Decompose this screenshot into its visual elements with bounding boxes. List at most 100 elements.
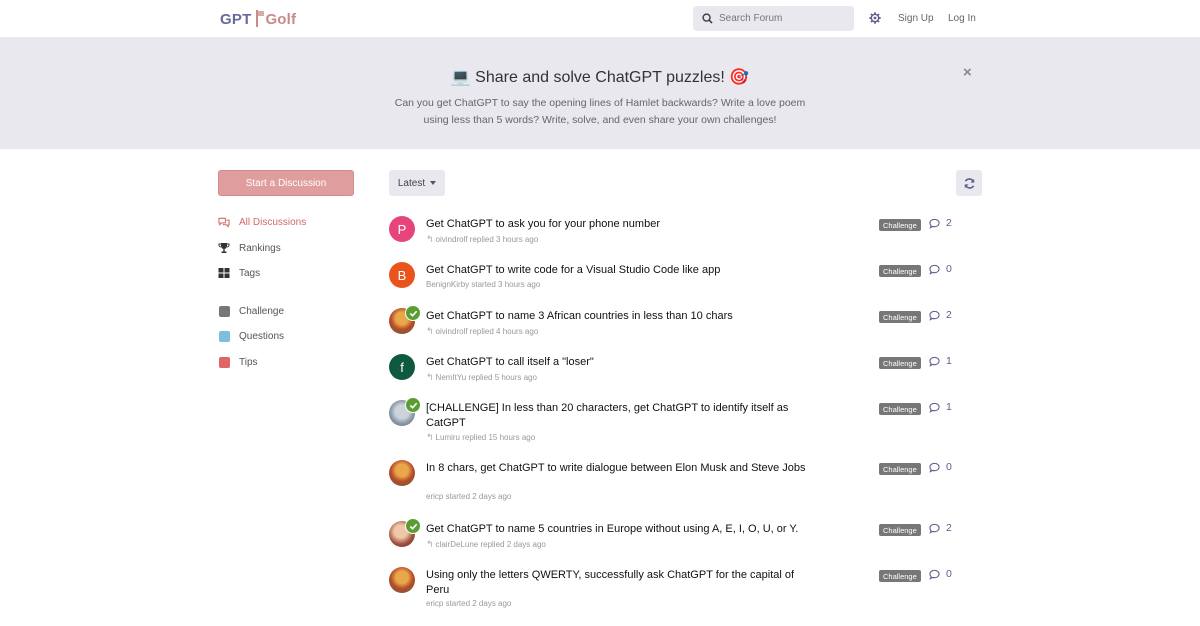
discussion-meta: ericp started 2 days ago [426, 599, 511, 608]
tag-badge[interactable]: Challenge [879, 570, 921, 582]
meta-text: oivindrolf replied 3 hours ago [435, 235, 539, 244]
comment-icon [929, 402, 940, 413]
discussion-meta: ↰ Lumiru replied 15 hours ago [426, 432, 535, 443]
reply-icon: ↰ [426, 372, 434, 382]
avatar[interactable] [389, 460, 415, 486]
tag-badge[interactable]: Challenge [879, 403, 921, 415]
sidebar-item-all-discussions[interactable]: All Discussions [218, 216, 306, 228]
tag-color-swatch [218, 330, 230, 342]
logo-text-golf: Golf [265, 10, 297, 28]
sidebar-item-label: Tags [239, 267, 261, 279]
count-value: 2 [946, 522, 952, 534]
discussion-meta: ericp started 2 days ago [426, 492, 511, 501]
discussion-title[interactable]: Using only the letters QWERTY, successfu… [426, 568, 806, 598]
count-value: 0 [946, 568, 952, 580]
discussion-title[interactable]: Get ChatGPT to ask you for your phone nu… [426, 217, 816, 232]
reply-count: 2 [929, 522, 952, 534]
tag-badge[interactable]: Challenge [879, 311, 921, 323]
meta-text: BenignKirby started 3 hours ago [426, 280, 541, 289]
count-value: 0 [946, 263, 952, 275]
discussion-title[interactable]: Get ChatGPT to name 5 countries in Europ… [426, 522, 846, 537]
search-icon [702, 13, 713, 24]
start-discussion-button[interactable]: Start a Discussion [218, 170, 354, 196]
sort-dropdown[interactable]: Latest [389, 170, 445, 196]
sidebar-tag-label: Questions [239, 330, 285, 342]
tag-badge[interactable]: Challenge [879, 219, 921, 231]
discussion-meta: ↰ NemItYu replied 5 hours ago [426, 372, 537, 383]
refresh-icon [964, 177, 974, 189]
tag-badge[interactable]: Challenge [879, 524, 921, 536]
meta-text: ericp started 2 days ago [426, 492, 512, 501]
caret-down-icon [430, 181, 437, 185]
avatar[interactable]: f [389, 354, 415, 380]
search-input[interactable] [719, 13, 849, 24]
reply-count: 0 [929, 263, 952, 275]
reply-count: 0 [929, 461, 952, 473]
sidebar-item-label: All Discussions [239, 216, 307, 228]
comment-icon [929, 462, 940, 473]
discussion-meta: BenignKirby started 3 hours ago [426, 280, 540, 289]
meta-text: oivindrolf replied 4 hours ago [435, 327, 539, 336]
sidebar-tag-questions[interactable]: Questions [218, 330, 284, 342]
sidebar-item-rankings[interactable]: Rankings [218, 242, 281, 254]
reply-count: 0 [929, 568, 952, 580]
avatar[interactable]: B [389, 262, 415, 288]
welcome-hero: 💻 Share and solve ChatGPT puzzles! 🎯 Can… [0, 37, 1200, 149]
solved-badge-icon [405, 305, 421, 321]
discussion-meta: ↰ oivindrolf replied 4 hours ago [426, 326, 538, 337]
discussion-title[interactable]: Get ChatGPT to call itself a "loser" [426, 355, 816, 370]
challenge-tag-icon [218, 305, 230, 317]
search-box[interactable] [693, 6, 854, 31]
discussion-title[interactable]: [CHALLENGE] In less than 20 characters, … [426, 401, 816, 431]
avatar[interactable] [389, 567, 415, 593]
login-link[interactable]: Log In [948, 13, 976, 24]
trophy-icon [218, 242, 230, 254]
sidebar-tag-label: Tips [239, 356, 258, 368]
sidebar-tag-label: Challenge [239, 305, 285, 317]
tag-badge[interactable]: Challenge [879, 463, 921, 475]
signup-link[interactable]: Sign Up [898, 13, 934, 24]
questions-tag-icon [218, 330, 230, 342]
top-header: GPT Golf Sign Up Log In [0, 0, 1200, 37]
discussion-title[interactable]: Get ChatGPT to write code for a Visual S… [426, 263, 816, 278]
comment-icon [929, 218, 940, 229]
avatar[interactable]: P [389, 216, 415, 242]
count-value: 0 [946, 461, 952, 473]
gear-icon[interactable] [868, 11, 882, 25]
tag-color-swatch [218, 356, 230, 368]
reply-count: 2 [929, 309, 952, 321]
sidebar-tag-tips[interactable]: Tips [218, 356, 258, 368]
comment-icon [929, 310, 940, 321]
refresh-button[interactable] [956, 170, 982, 196]
reply-icon: ↰ [426, 326, 434, 336]
golf-flag-icon [254, 10, 265, 28]
discussion-title[interactable]: Get ChatGPT to name 3 African countries … [426, 309, 816, 324]
comment-icon [929, 523, 940, 534]
discussion-meta: ↰ oivindrolf replied 3 hours ago [426, 234, 538, 245]
logo-text-gpt: GPT [220, 10, 252, 28]
chat-bubbles-icon [218, 216, 230, 228]
site-logo[interactable]: GPT Golf [220, 8, 296, 30]
sidebar-item-label: Rankings [239, 242, 281, 254]
sidebar-item-tags[interactable]: Tags [218, 267, 260, 279]
close-icon[interactable]: × [963, 64, 972, 81]
count-value: 1 [946, 355, 952, 367]
reply-icon: ↰ [426, 432, 434, 442]
sidebar-tag-challenge[interactable]: Challenge [218, 305, 284, 317]
count-value: 1 [946, 401, 952, 413]
tag-badge[interactable]: Challenge [879, 357, 921, 369]
meta-text: ericp started 2 days ago [426, 599, 512, 608]
solved-badge-icon [405, 397, 421, 413]
discussion-meta: ↰ clairDeLune replied 2 days ago [426, 539, 546, 550]
hero-description: Can you get ChatGPT to say the opening l… [394, 97, 806, 126]
tips-tag-icon [218, 356, 230, 368]
discussion-title[interactable]: In 8 chars, get ChatGPT to write dialogu… [426, 461, 816, 476]
comment-icon [929, 264, 940, 275]
count-value: 2 [946, 309, 952, 321]
meta-text: clairDeLune replied 2 days ago [435, 540, 546, 549]
reply-count: 2 [929, 217, 952, 229]
count-value: 2 [946, 217, 952, 229]
solved-badge-icon [405, 518, 421, 534]
comment-icon [929, 356, 940, 367]
tag-badge[interactable]: Challenge [879, 265, 921, 277]
